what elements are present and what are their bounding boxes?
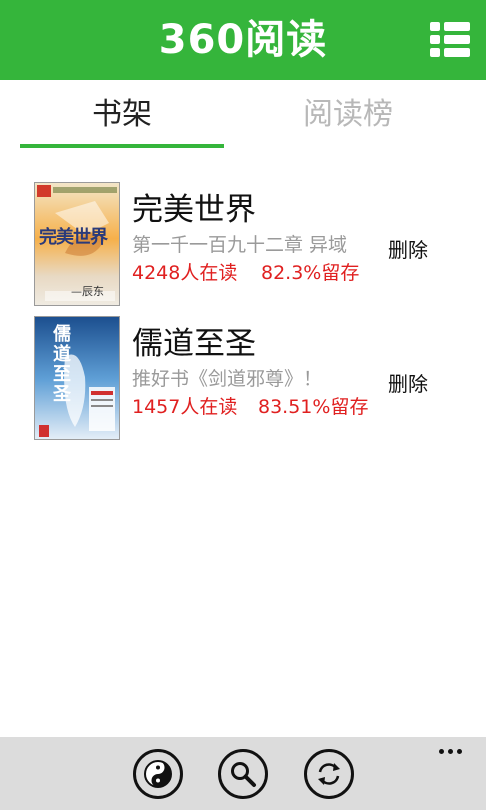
active-tab-indicator: [20, 144, 224, 148]
latest-chapter: 推好书《剑道邪尊》！: [132, 368, 323, 390]
list-menu-icon[interactable]: [428, 18, 472, 62]
app-header: 360阅读: [0, 0, 486, 80]
yin-yang-icon: [144, 760, 172, 788]
readers-count: 4248人在读: [132, 262, 238, 284]
retention-rate: 83.51%留存: [258, 396, 369, 418]
tab-bookshelf[interactable]: 书架: [20, 80, 224, 150]
bottom-app-bar: [0, 737, 486, 810]
retention-rate: 82.3%留存: [261, 262, 360, 284]
dot: [456, 748, 462, 754]
tab-reading-rank[interactable]: 阅读榜: [246, 80, 450, 150]
delete-button[interactable]: 删除: [388, 234, 428, 263]
search-button[interactable]: [218, 749, 268, 799]
readers-count: 1457人在读: [132, 396, 238, 418]
more-dots-icon[interactable]: [430, 741, 470, 761]
book-cover[interactable]: 儒道至圣: [34, 316, 120, 440]
refresh-icon: [318, 763, 340, 785]
yin-yang-button[interactable]: [133, 749, 183, 799]
refresh-button[interactable]: [304, 749, 354, 799]
cover-title-text: 完美世界: [39, 227, 108, 248]
delete-button[interactable]: 删除: [388, 368, 428, 397]
latest-chapter: 第一千一百九十二章 异域: [132, 234, 348, 256]
app-title: 360阅读: [158, 17, 328, 63]
dot: [447, 748, 453, 754]
search-icon: [231, 762, 256, 787]
book-cover[interactable]: 完美世界 —辰东: [34, 182, 120, 306]
tab-bar: 书架 阅读榜: [0, 80, 486, 150]
book-title[interactable]: 完美世界: [132, 184, 256, 229]
book-item[interactable]: 完美世界 —辰东 完美世界 第一千一百九十二章 异域 4248人在读 82.3%…: [0, 180, 486, 306]
cover-title-text: 儒道至圣: [53, 324, 71, 405]
book-title[interactable]: 儒道至圣: [132, 318, 256, 363]
cover-author-text: —辰东: [71, 285, 104, 298]
dot: [438, 748, 444, 754]
book-item[interactable]: 儒道至圣 儒道至圣 推好书《剑道邪尊》！ 1457人在读 83.51%留存 删除: [0, 314, 486, 440]
